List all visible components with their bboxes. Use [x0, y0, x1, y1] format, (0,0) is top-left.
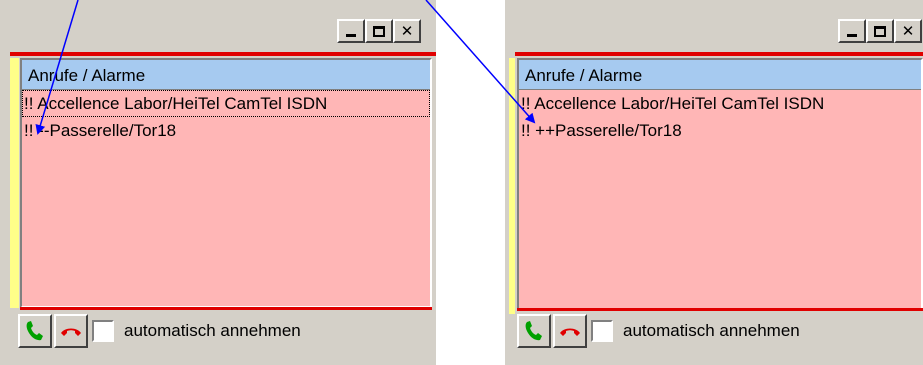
arrow-to-right-item	[425, 0, 536, 124]
arrow-to-left-item	[35, 0, 79, 135]
annotation-arrows	[35, 0, 536, 135]
